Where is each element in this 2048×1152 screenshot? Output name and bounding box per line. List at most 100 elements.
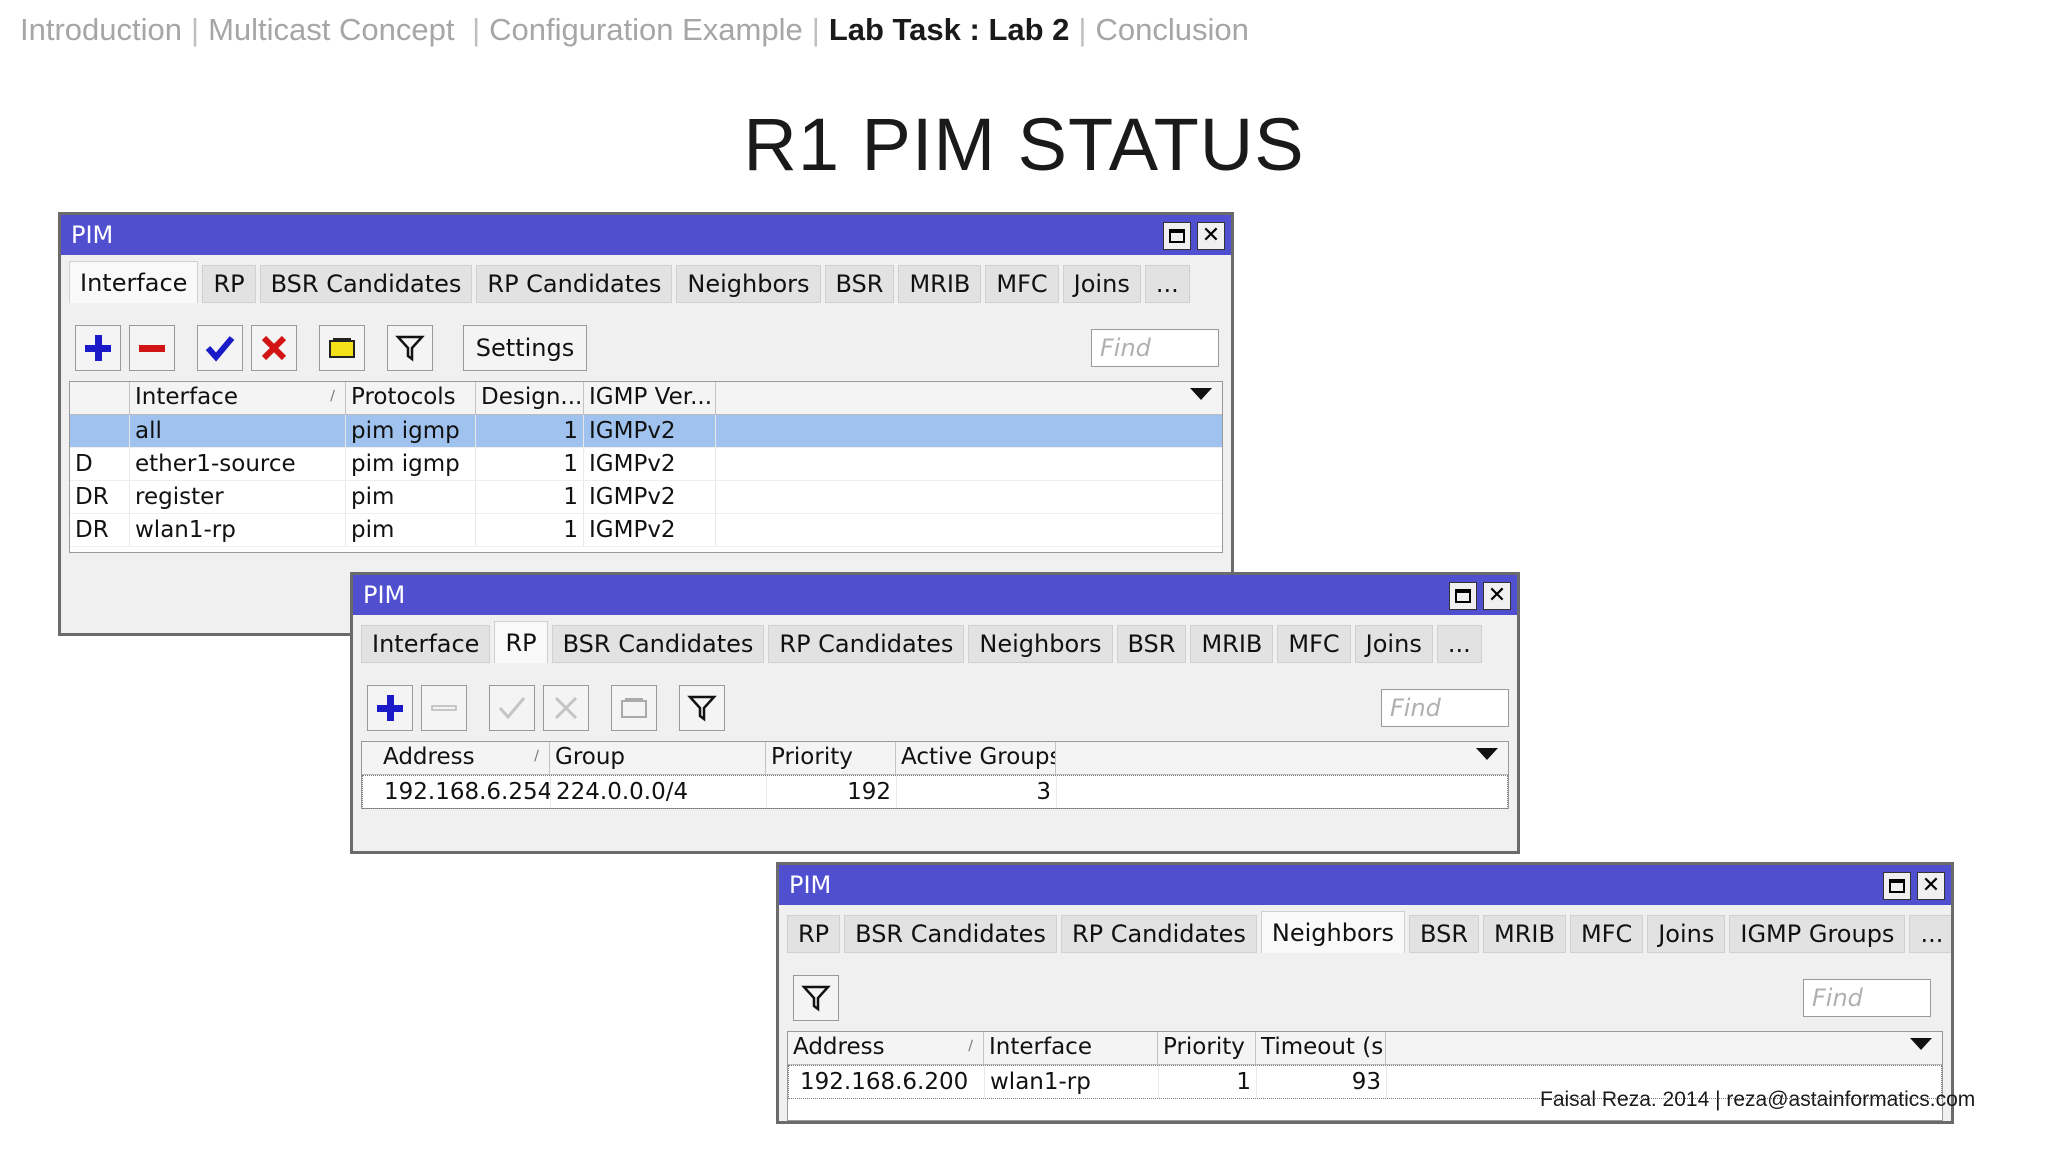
slide-footer: Faisal Reza. 2014 | reza@astainformatics… [1540,1088,1976,1111]
filter-button[interactable] [793,975,839,1021]
table-row[interactable]: DR register pim 1 IGMPv2 [70,481,1222,514]
filter-button[interactable] [387,325,433,371]
cell-interface: wlan1-rp [985,1066,1159,1098]
tab-rp-candidates[interactable]: RP Candidates [768,625,965,663]
maximize-button[interactable] [1449,582,1477,610]
settings-button[interactable]: Settings [463,325,587,371]
close-button[interactable]: ✕ [1917,872,1945,900]
column-group[interactable]: Group [550,742,766,774]
column-interface[interactable]: Interface ∕ [130,382,346,414]
find-input[interactable]: Find [1803,979,1931,1017]
remove-button[interactable] [421,685,467,731]
table-row[interactable]: all pim igmp 1 IGMPv2 [70,415,1222,448]
tab-interface[interactable]: Interface [361,625,491,663]
close-button[interactable]: ✕ [1197,222,1225,250]
table-row[interactable]: DR wlan1-rp pim 1 IGMPv2 [70,514,1222,547]
tab-mrib[interactable]: MRIB [898,265,982,303]
enable-button[interactable] [489,685,535,731]
close-icon: ✕ [1201,223,1221,248]
tab-more[interactable]: ... [1909,915,1951,953]
enable-button[interactable] [197,325,243,371]
add-button[interactable] [75,325,121,371]
add-button[interactable] [367,685,413,731]
column-igmp-version[interactable]: IGMP Ver... [584,382,716,414]
column-protocols[interactable]: Protocols [346,382,476,414]
tab-rp[interactable]: RP [202,265,256,303]
tab-bsr[interactable]: BSR [1116,625,1187,663]
dropdown-arrow-icon[interactable] [1476,748,1498,760]
tab-bsr-candidates[interactable]: BSR Candidates [551,625,765,663]
toolbar: Find [787,975,1943,1025]
pim-neighbors-window: PIM ✕ RP BSR Candidates RP Candidates Ne… [776,862,1954,1124]
column-address[interactable]: Address ∕ [788,1032,984,1064]
tab-more[interactable]: ... [1144,265,1190,303]
window-title: PIM [363,581,406,609]
close-button[interactable]: ✕ [1483,582,1511,610]
comment-icon [329,338,355,358]
table-row[interactable]: D ether1-source pim igmp 1 IGMPv2 [70,448,1222,481]
disable-button[interactable] [543,685,589,731]
column-timeout[interactable]: Timeout (s) [1256,1032,1386,1064]
column-flags[interactable] [70,382,130,414]
tab-joins[interactable]: Joins [1062,265,1141,303]
tab-neighbors[interactable]: Neighbors [1260,911,1406,953]
cell-igmp-version: IGMPv2 [584,448,716,480]
dropdown-arrow-icon[interactable] [1190,388,1212,400]
nav-conclusion[interactable]: Conclusion [1095,12,1248,47]
comment-button[interactable] [611,685,657,731]
tab-interface[interactable]: Interface [69,261,199,303]
tab-rp[interactable]: RP [494,621,548,663]
tab-joins[interactable]: Joins [1354,625,1433,663]
cell-address: 192.168.6.200 [795,1066,985,1098]
close-icon: ✕ [1921,873,1941,898]
slide-nav: Introduction | Multicast Concept | Configur… [20,12,1249,48]
column-active-groups[interactable]: Active Groups [896,742,1056,774]
filter-icon [395,335,425,362]
tab-bsr-candidates[interactable]: BSR Candidates [844,915,1057,953]
tab-more[interactable]: ... [1436,625,1482,663]
column-designated[interactable]: Design... [476,382,584,414]
tab-mrib[interactable]: MRIB [1483,915,1566,953]
window-titlebar[interactable]: PIM ✕ [61,215,1231,255]
remove-button[interactable] [129,325,175,371]
column-priority[interactable]: Priority [766,742,896,774]
window-titlebar[interactable]: PIM ✕ [353,575,1517,615]
tab-igmp-groups[interactable]: IGMP Groups [1729,915,1906,953]
cell-priority: 1 [1159,1066,1257,1098]
tab-mrib[interactable]: MRIB [1190,625,1274,663]
tab-joins[interactable]: Joins [1647,915,1726,953]
maximize-button[interactable] [1163,222,1191,250]
nav-lab-task[interactable]: Lab Task : Lab 2 [829,12,1070,47]
filter-button[interactable] [679,685,725,731]
tab-neighbors[interactable]: Neighbors [676,265,821,303]
nav-multicast-concept[interactable]: Multicast Concept [208,12,454,47]
column-interface[interactable]: Interface [984,1032,1158,1064]
tab-mfc[interactable]: MFC [1277,625,1351,663]
tab-neighbors[interactable]: Neighbors [968,625,1113,663]
column-address[interactable]: Address ∕ [378,742,550,774]
tab-bsr[interactable]: BSR [824,265,895,303]
tab-bsr-candidates[interactable]: BSR Candidates [259,265,473,303]
tab-mfc[interactable]: MFC [985,265,1059,303]
column-priority[interactable]: Priority [1158,1032,1256,1064]
window-titlebar[interactable]: PIM ✕ [779,865,1951,905]
tab-mfc[interactable]: MFC [1569,915,1644,953]
tab-rp-candidates[interactable]: RP Candidates [1060,915,1257,953]
find-input[interactable]: Find [1091,329,1219,367]
table-row[interactable]: 192.168.6.254 224.0.0.0/4 192 3 [362,775,1508,809]
maximize-button[interactable] [1883,872,1911,900]
comment-button[interactable] [319,325,365,371]
disable-button[interactable] [251,325,297,371]
tab-rp[interactable]: RP [787,915,841,953]
cell-protocols: pim [346,481,476,513]
cell-priority: 192 [767,776,897,808]
dropdown-arrow-icon[interactable] [1910,1038,1932,1050]
tab-bsr[interactable]: BSR [1409,915,1479,953]
nav-introduction[interactable]: Introduction [20,12,182,47]
minus-icon [431,705,457,711]
cell-interface: all [130,415,346,447]
tab-rp-candidates[interactable]: RP Candidates [476,265,673,303]
find-input[interactable]: Find [1381,689,1509,727]
cell-active-groups: 3 [897,776,1057,808]
nav-configuration-example[interactable]: Configuration Example [489,12,803,47]
